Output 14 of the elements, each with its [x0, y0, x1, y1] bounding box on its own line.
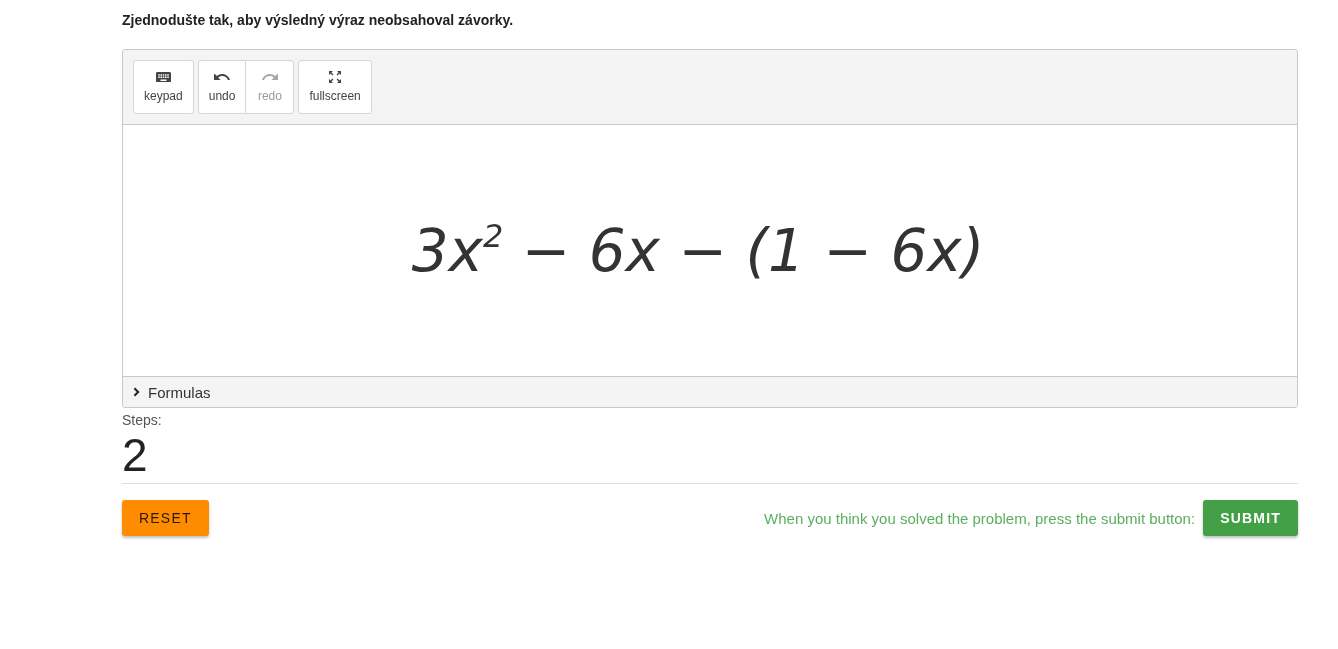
submit-hint: When you think you solved the problem, press the submit button:	[764, 509, 1196, 527]
instruction-text: Zjednodušte tak, aby výsledný výraz neobsahoval závorky.	[122, 12, 515, 29]
reset-button[interactable]: RESET	[122, 500, 209, 536]
keypad-button[interactable]: keypad	[133, 60, 194, 114]
math-expression: 3x$^{2}$ − 6x − (1 − 6x)	[411, 221, 986, 280]
keyboard-icon	[155, 71, 171, 83]
redo-icon	[261, 73, 278, 81]
formulas-toggle[interactable]: Formulas	[123, 376, 1297, 407]
undo-button[interactable]: undo	[197, 60, 247, 114]
fullscreen-icon	[329, 71, 342, 83]
steps-count: 2	[122, 429, 1298, 484]
undo-icon	[214, 73, 231, 81]
fullscreen-button[interactable]: fullscreen	[298, 60, 372, 114]
steps-label: Steps:	[122, 412, 163, 429]
